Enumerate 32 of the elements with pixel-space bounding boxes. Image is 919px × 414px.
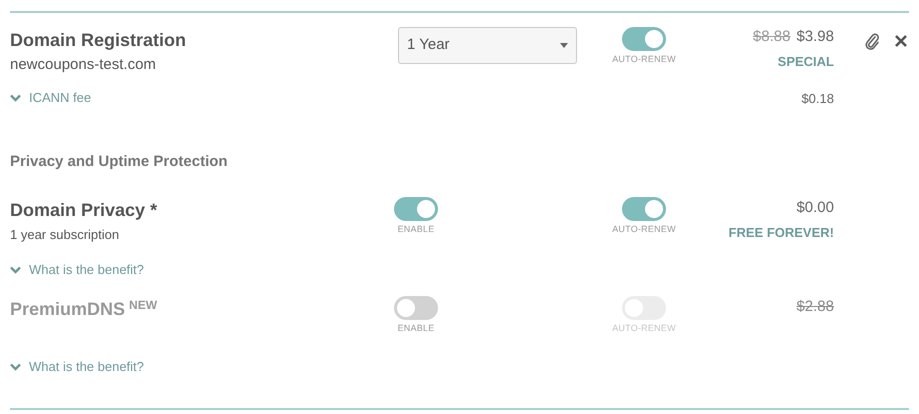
expand-link[interactable]: What is the benefit?	[10, 357, 388, 376]
price: $3.98	[796, 27, 834, 47]
item-title: Domain Registration	[10, 29, 188, 52]
chevron-icon	[10, 362, 21, 371]
toggle-label: AUTO-RENEW	[612, 322, 676, 335]
toggle-label: ENABLE	[398, 223, 434, 236]
product-name: Domain Privacy *	[10, 199, 158, 222]
toggle-switch[interactable]	[394, 197, 438, 221]
chevron-icon	[10, 94, 21, 102]
toggle-label: AUTO-RENEW	[612, 223, 676, 236]
caret-icon	[560, 43, 568, 48]
fee-price: $0.18	[801, 90, 834, 108]
product-name: PremiumDNS $^{NEW}$	[10, 297, 158, 321]
expand-link[interactable]: What is the benefit?	[10, 260, 388, 280]
toggle-label: AUTO-RENEW	[612, 53, 676, 66]
paperclip-icon[interactable]	[864, 32, 880, 50]
expand-link[interactable]: ICANN fee	[10, 88, 388, 108]
price-note: FREE FOREVER!	[728, 224, 834, 242]
toggle-switch[interactable]	[394, 296, 438, 320]
old-price: $8.88	[752, 27, 790, 47]
price: $0.00	[796, 198, 834, 218]
price: $2.88	[796, 297, 834, 317]
toggle-switch[interactable]	[622, 27, 666, 51]
toggle-switch[interactable]	[622, 197, 666, 221]
price-note: SPECIAL	[778, 53, 834, 71]
chevron-icon	[10, 266, 21, 274]
close-icon[interactable]	[894, 34, 908, 48]
section-title: Privacy and Uptime Protection	[10, 152, 229, 172]
toggle-label: ENABLE	[398, 322, 434, 335]
term-select[interactable]: 1 Year	[398, 27, 577, 64]
product-subtitle: 1 year subscription	[10, 226, 120, 244]
domain-name: newcoupons-test.com	[10, 55, 157, 75]
